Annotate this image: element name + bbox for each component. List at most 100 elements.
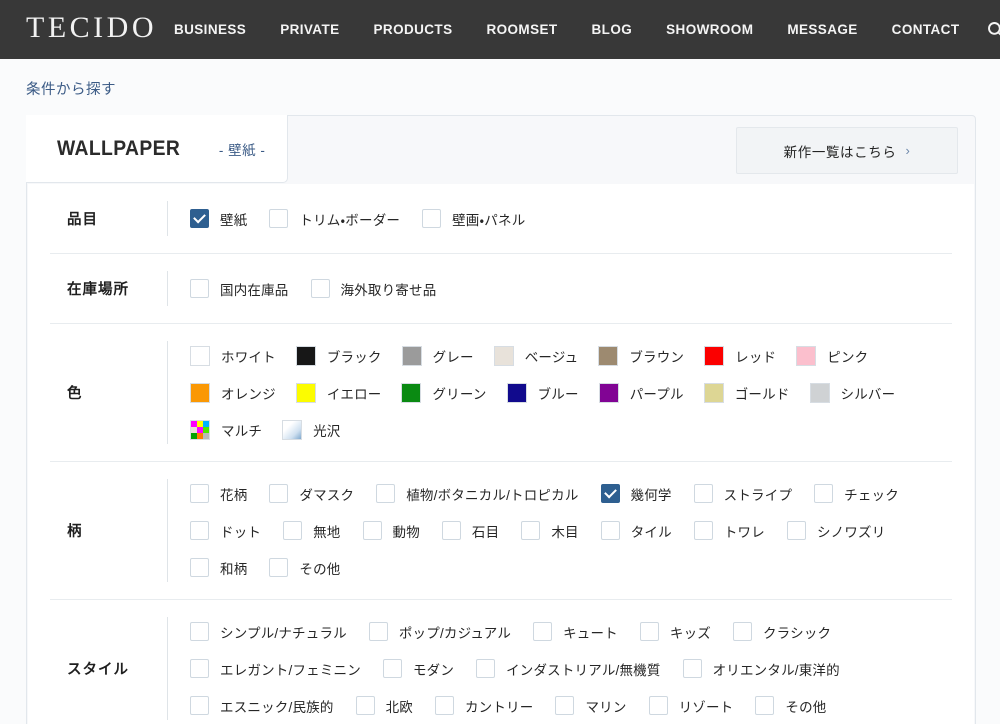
checkbox-option-ドット[interactable]: ドット [190,512,261,549]
checkbox-option-チェック[interactable]: チェック [814,475,899,512]
checkbox-icon[interactable] [376,484,396,503]
checkbox-icon[interactable] [814,484,834,503]
checkbox-option-キュート[interactable]: キュート [533,613,618,650]
checkbox-icon[interactable] [269,484,289,503]
checkbox-icon[interactable] [269,209,289,228]
nav-item-contact[interactable]: CONTACT [875,23,977,37]
color-option-パープル[interactable]: パープル [598,374,684,411]
checkbox-icon[interactable] [476,659,496,678]
checkbox-option-花柄[interactable]: 花柄 [190,475,247,512]
nav-item-roomset[interactable]: ROOMSET [469,23,574,37]
checkbox-option-トワレ[interactable]: トワレ [693,512,765,549]
checkbox-icon[interactable] [533,622,553,641]
checkbox-option-エスニック-民族的[interactable]: エスニック/民族的 [190,687,334,724]
checkbox-option-シンプル-ナチュラル[interactable]: シンプル/ナチュラル [190,613,347,650]
checkbox-icon[interactable] [269,558,289,577]
checkbox-option-エレガント-フェミニン[interactable]: エレガント/フェミニン [190,650,361,687]
checkbox-option-北欧[interactable]: 北欧 [355,687,413,724]
checkbox-option-国内在庫品[interactable]: 国内在庫品 [190,270,289,307]
nav-item-private[interactable]: PRIVATE [263,23,356,37]
search-button[interactable] [982,16,1000,44]
color-option-光沢[interactable]: 光沢 [282,411,340,448]
checkbox-option-壁紙[interactable]: 壁紙 [190,200,247,237]
nav-item-business[interactable]: BUSINESS [157,23,263,37]
checkbox-option-モダン[interactable]: モダン [382,650,454,687]
checkbox-icon[interactable] [648,696,668,715]
checkbox-option-木目[interactable]: 木目 [521,512,579,549]
checkbox-icon[interactable] [600,521,620,540]
checkbox-icon[interactable] [368,622,388,641]
checkbox-icon[interactable] [521,521,541,540]
checkbox-icon[interactable] [190,484,209,503]
checkbox-icon[interactable] [382,659,402,678]
checkbox-option-クラシック[interactable]: クラシック [732,613,831,650]
checkbox-icon[interactable] [441,521,461,540]
checkbox-checked-icon[interactable] [600,484,620,503]
checkbox-icon[interactable] [422,209,442,228]
checkbox-icon[interactable] [310,279,330,298]
checkbox-icon[interactable] [786,521,806,540]
checkbox-icon[interactable] [190,696,209,715]
color-option-オレンジ[interactable]: オレンジ [190,374,276,411]
checkbox-icon[interactable] [732,622,752,641]
checkbox-icon[interactable] [190,622,209,641]
color-option-ブラック[interactable]: ブラック [295,337,382,374]
color-option-レッド[interactable]: レッド [704,337,776,374]
checkbox-option-キッズ[interactable]: キッズ [639,613,711,650]
new-arrivals-button[interactable]: 新作一覧はこちら › [736,127,958,174]
checkbox-icon[interactable] [755,696,775,715]
color-option-マルチ[interactable]: マルチ [190,411,262,448]
checkbox-icon[interactable] [190,521,209,540]
checkbox-icon[interactable] [355,696,375,715]
checkbox-icon[interactable] [190,279,209,298]
color-option-ピンク[interactable]: ピンク [796,337,868,374]
checkbox-option-ストライプ[interactable]: ストライプ [693,475,793,512]
checkbox-option-動物[interactable]: 動物 [362,512,420,549]
checkbox-checked-icon[interactable] [190,209,209,228]
checkbox-option-トリム-ボーダー[interactable]: トリム・ボーダー [269,200,400,237]
checkbox-option-植物-ボタニカル-トロピカル[interactable]: 植物/ボタニカル/トロピカル [376,475,578,512]
breadcrumb-link[interactable]: 条件から探す [26,82,116,98]
color-option-グレー[interactable]: グレー [401,337,474,374]
checkbox-option-ポップ-カジュアル[interactable]: ポップ/カジュアル [368,613,511,650]
nav-item-message[interactable]: MESSAGE [770,23,874,37]
checkbox-option-その他[interactable]: その他 [755,687,826,724]
checkbox-option-ダマスク[interactable]: ダマスク [269,475,354,512]
checkbox-icon[interactable] [693,484,713,503]
color-option-ホワイト[interactable]: ホワイト [190,337,276,374]
color-option-ブルー[interactable]: ブルー [506,374,579,411]
checkbox-icon[interactable] [639,622,659,641]
checkbox-option-和柄[interactable]: 和柄 [190,549,247,586]
nav-item-showroom[interactable]: SHOWROOM [649,23,770,37]
color-option-シルバー[interactable]: シルバー [809,374,896,411]
checkbox-icon[interactable] [190,659,209,678]
checkbox-option-タイル[interactable]: タイル [600,512,672,549]
site-logo[interactable]: TECIDO [26,13,157,46]
checkbox-icon[interactable] [190,558,209,577]
color-option-ゴールド[interactable]: ゴールド [703,374,790,411]
checkbox-option-カントリー[interactable]: カントリー [434,687,534,724]
color-option-グリーン[interactable]: グリーン [401,374,486,411]
checkbox-option-壁画-パネル[interactable]: 壁画・パネル [422,200,525,237]
checkbox-option-幾何学[interactable]: 幾何学 [600,475,672,512]
checkbox-icon[interactable] [362,521,382,540]
color-option-ベージュ[interactable]: ベージュ [493,337,579,374]
checkbox-option-マリン[interactable]: マリン [555,687,626,724]
checkbox-option-リゾート[interactable]: リゾート [648,687,734,724]
checkbox-option-その他[interactable]: その他 [269,549,340,586]
checkbox-icon[interactable] [693,521,713,540]
nav-item-blog[interactable]: BLOG [575,23,650,37]
checkbox-icon[interactable] [434,696,454,715]
checkbox-icon[interactable] [682,659,702,678]
checkbox-option-無地[interactable]: 無地 [283,512,340,549]
checkbox-icon[interactable] [555,696,575,715]
color-option-ブラウン[interactable]: ブラウン [598,337,684,374]
checkbox-option-シノワズリ[interactable]: シノワズリ [786,512,886,549]
tab-wallpaper[interactable]: WALLPAPER - 壁紙 - [26,115,289,183]
color-option-イエロー[interactable]: イエロー [295,374,382,411]
checkbox-option-石目[interactable]: 石目 [441,512,499,549]
nav-item-products[interactable]: PRODUCTS [357,23,470,37]
checkbox-option-オリエンタル-東洋的[interactable]: オリエンタル/東洋的 [682,650,840,687]
checkbox-option-海外取り寄せ品[interactable]: 海外取り寄せ品 [310,270,437,307]
checkbox-option-インダストリアル-無機質[interactable]: インダストリアル/無機質 [476,650,661,687]
